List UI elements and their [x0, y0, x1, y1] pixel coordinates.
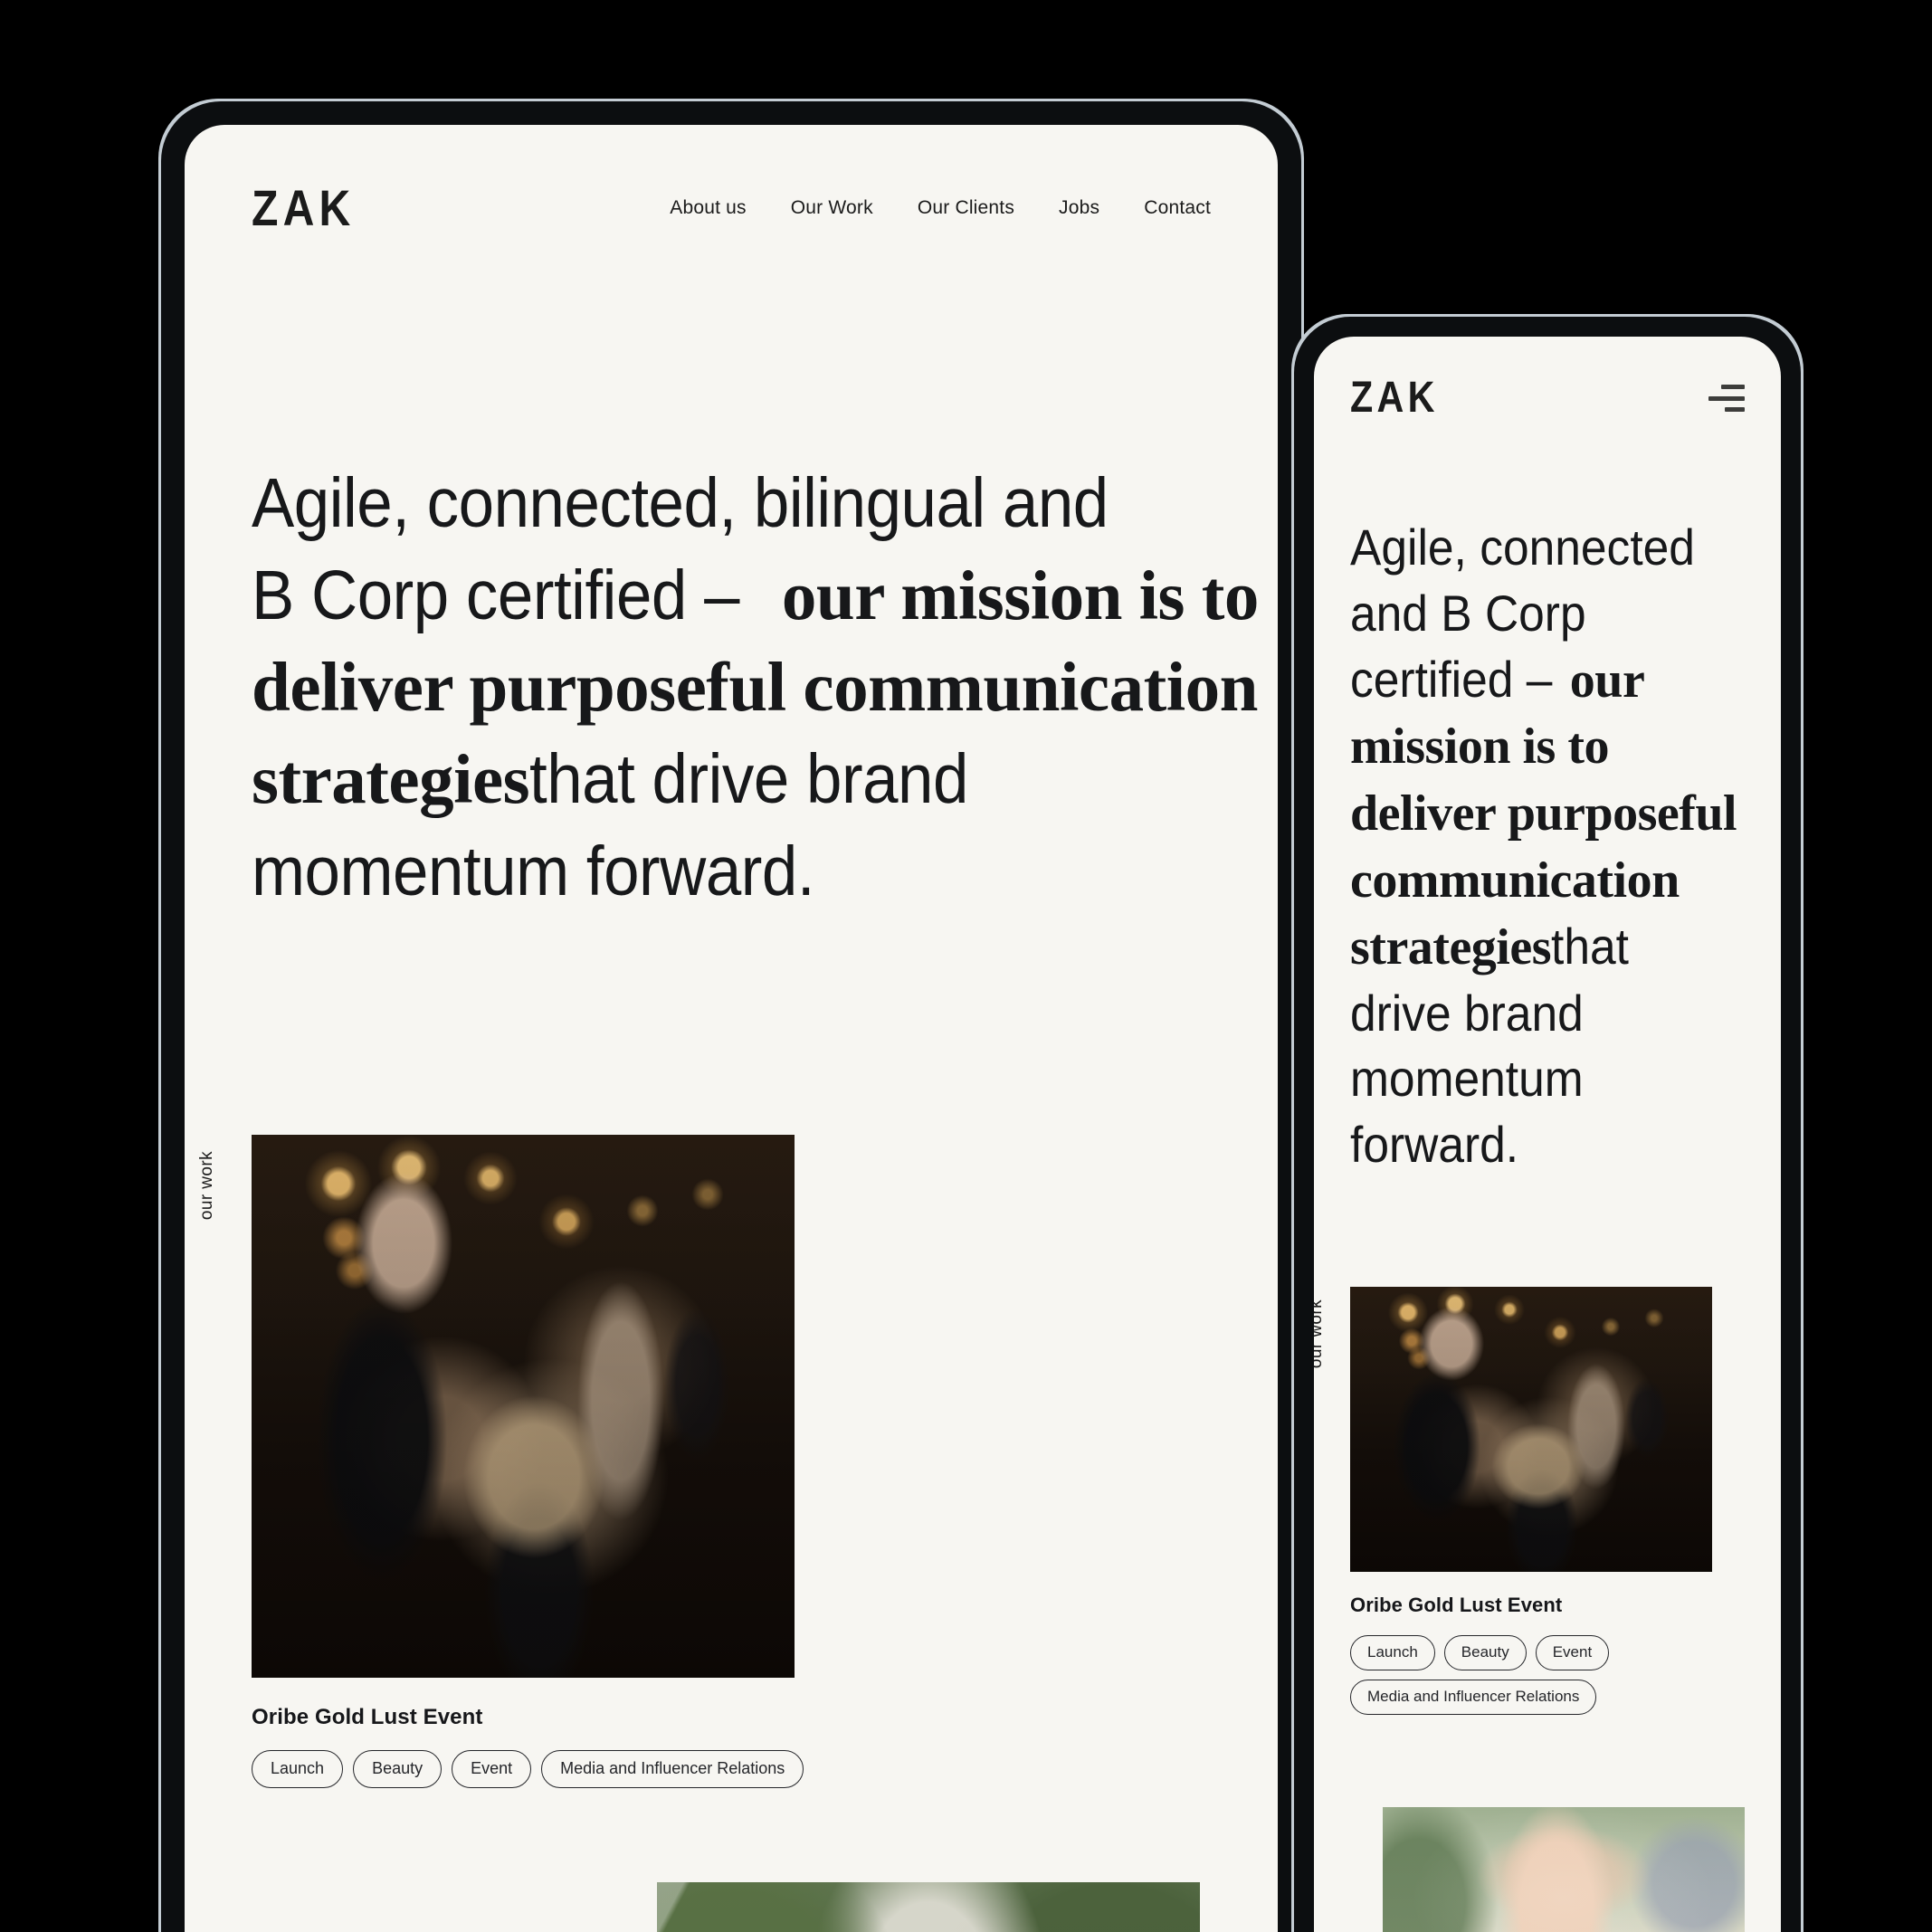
hero-line-2-thin: B Corp certified – [252, 556, 740, 634]
work-card[interactable] [1383, 1806, 1745, 1932]
night-event-photo[interactable] [252, 1135, 795, 1679]
hero-line-4-bold: strategies [252, 739, 530, 818]
work-card-tags: Launch Beauty Event Media and Influencer… [252, 1750, 1211, 1789]
nav-item-jobs[interactable]: Jobs [1059, 197, 1099, 219]
mobile-hero-heading: Agile, connected and B Corp certified – … [1314, 420, 1781, 1178]
desktop-hero-heading: Agile, connected, bilingual and B Corp c… [185, 233, 1278, 918]
hero-line-2: and B Corp [1350, 584, 1586, 642]
hero-line-9: momentum [1350, 1050, 1584, 1108]
tag-beauty[interactable]: Beauty [353, 1750, 443, 1789]
hero-line-4-thin: that drive brand [529, 739, 969, 818]
hero-line-5: momentum forward. [252, 832, 815, 910]
mobile-screen: ZAK Agile, connected and B Corp certifie… [1314, 337, 1781, 1932]
nav-item-about-us[interactable]: About us [670, 197, 747, 219]
desktop-nav: About us Our Work Our Clients Jobs Conta… [670, 197, 1211, 219]
hero-line-10: forward. [1350, 1116, 1519, 1174]
tag-event[interactable]: Event [1535, 1634, 1610, 1670]
mockup-stage: ZAK About us Our Work Our Clients Jobs C… [0, 0, 1932, 1932]
tag-beauty[interactable]: Beauty [1443, 1634, 1527, 1670]
brand-logo[interactable]: ZAK [1350, 376, 1439, 420]
work-card[interactable]: Oribe Gold Lust Event Launch Beauty Even… [252, 1135, 1211, 1789]
mobile-header: ZAK [1314, 337, 1781, 420]
hero-line-7-bold: strategies [1350, 918, 1552, 976]
hero-line-4-bold: mission is to [1350, 719, 1610, 776]
hero-line-3-thin: certified – [1350, 650, 1553, 708]
tag-launch[interactable]: Launch [252, 1750, 344, 1789]
nav-item-our-work[interactable]: Our Work [791, 197, 873, 219]
hero-line-7-thin: that [1551, 917, 1629, 975]
hamburger-line-top [1721, 385, 1745, 389]
hero-line-8: drive brand [1350, 984, 1584, 1042]
hero-line-2-bold: our mission is to [781, 556, 1260, 634]
desktop-work-section: our work Oribe Gold Lust Event Launch Be… [185, 918, 1278, 1932]
stage-speaker-photo[interactable] [1383, 1806, 1745, 1932]
tag-media-and-influencer-relations[interactable]: Media and Influencer Relations [1350, 1679, 1597, 1715]
nav-item-contact[interactable]: Contact [1144, 197, 1211, 219]
desktop-screen: ZAK About us Our Work Our Clients Jobs C… [185, 125, 1278, 1932]
hamburger-menu-icon[interactable] [1705, 385, 1745, 412]
hamburger-line-bottom [1725, 407, 1745, 412]
tag-launch[interactable]: Launch [1350, 1634, 1435, 1670]
work-section-label: our work [197, 1151, 216, 1221]
hero-line-3-bold: deliver purposeful communication [252, 648, 1258, 727]
hero-line-1: Agile, connected [1350, 519, 1695, 576]
hero-line-5-bold: deliver purposeful [1350, 785, 1737, 842]
nav-item-our-clients[interactable]: Our Clients [918, 197, 1014, 219]
work-card-title: Oribe Gold Lust Event [252, 1705, 483, 1730]
tag-event[interactable]: Event [452, 1750, 532, 1789]
work-card-tags: Launch Beauty Event Media and Influencer… [1350, 1634, 1622, 1715]
mobile-work-section: our work Oribe Gold Lust Event Launch Be… [1314, 1178, 1781, 1932]
hamburger-line-middle [1708, 395, 1745, 401]
work-section-label: our work [1314, 1299, 1326, 1369]
hero-line-6-bold: communication [1350, 852, 1680, 909]
desktop-header: ZAK About us Our Work Our Clients Jobs C… [185, 125, 1278, 233]
mobile-device-frame: ZAK Agile, connected and B Corp certifie… [1294, 317, 1801, 1932]
work-card-title: Oribe Gold Lust Event [1350, 1593, 1563, 1616]
night-event-photo[interactable] [1350, 1286, 1712, 1572]
work-card[interactable] [252, 1882, 1211, 1932]
work-card[interactable]: Oribe Gold Lust Event Launch Beauty Even… [1350, 1286, 1745, 1715]
outdoor-green-photo[interactable] [657, 1882, 1200, 1932]
brand-logo[interactable]: ZAK [252, 183, 355, 233]
desktop-device-frame: ZAK About us Our Work Our Clients Jobs C… [161, 101, 1301, 1932]
hero-line-1: Agile, connected, bilingual and [252, 464, 1109, 542]
tag-media-and-influencer-relations[interactable]: Media and Influencer Relations [541, 1750, 804, 1789]
hero-line-3-bold: our [1569, 652, 1645, 709]
